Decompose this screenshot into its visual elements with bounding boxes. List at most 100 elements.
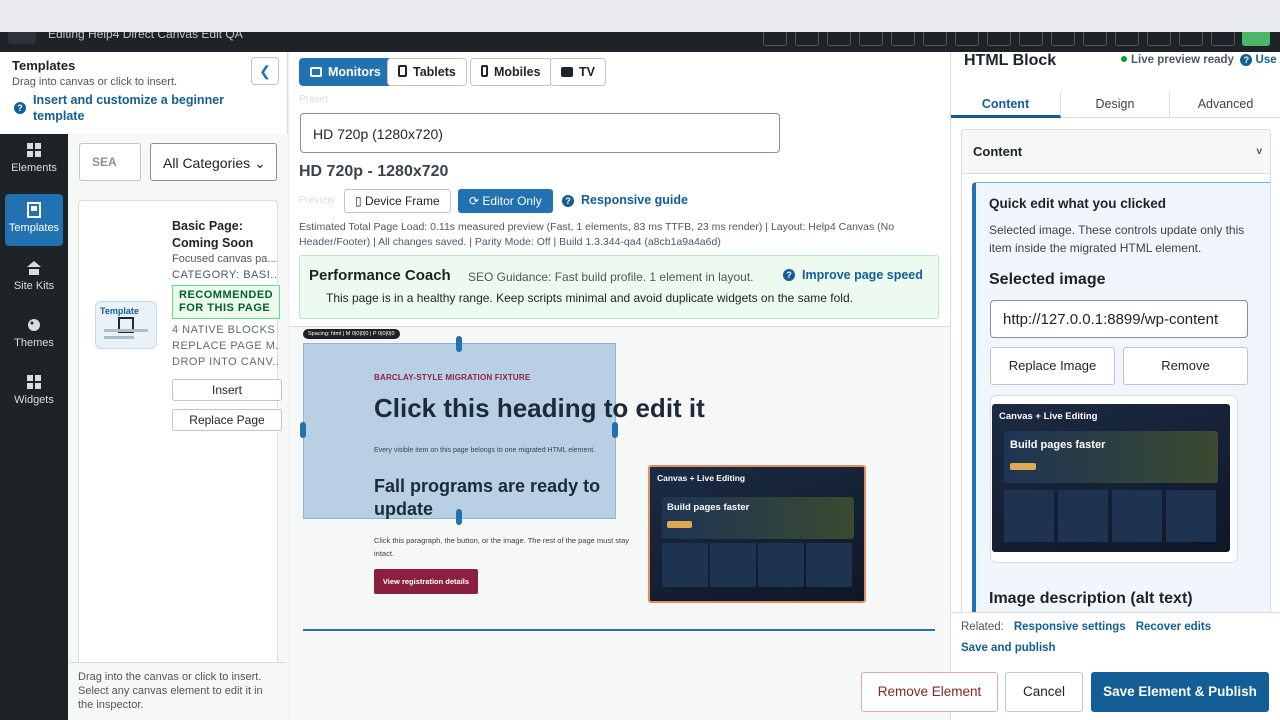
editor-only-button[interactable]: ⟳ Editor Only — [458, 189, 553, 213]
tab-design[interactable]: Design — [1061, 92, 1170, 118]
resize-handle-right[interactable] — [612, 422, 618, 438]
preview-tile — [1058, 490, 1108, 542]
device-mobiles-button[interactable]: Mobiles — [470, 58, 552, 86]
toolbar-button[interactable] — [1083, 32, 1107, 46]
toolbar-button[interactable] — [795, 32, 819, 46]
publish-indicator[interactable] — [1242, 32, 1270, 46]
toolbar-button[interactable] — [1019, 32, 1043, 46]
device-tablets-button[interactable]: Tablets — [387, 58, 467, 86]
related-label: Related: — [961, 621, 1004, 633]
preset-select[interactable]: HD 720p (1280x720) — [300, 113, 780, 153]
content-section: Content v Quick edit what you clicked Sel… — [961, 129, 1271, 669]
templates-subtitle: Drag into canvas or click to insert. — [12, 76, 178, 88]
toolbar-button[interactable] — [1115, 32, 1139, 46]
hero-build-text: Build pages faster — [667, 502, 750, 513]
preview-tile — [1004, 490, 1054, 542]
recover-edits-link[interactable]: Recover edits — [1136, 621, 1211, 633]
save-element-publish-button[interactable]: Save Element & Publish — [1091, 672, 1269, 712]
toolbar-button[interactable] — [1179, 32, 1203, 46]
template-card[interactable]: Template Basic Page: Coming Soon Focused… — [78, 200, 282, 720]
device-frame-button[interactable]: ▯ Device Frame — [344, 189, 451, 213]
device-label: Tablets — [413, 65, 456, 79]
rail-item-themes[interactable]: Themes — [5, 309, 63, 361]
template-search-input[interactable]: SEA — [79, 143, 141, 181]
resize-handle-left[interactable] — [300, 422, 306, 438]
device-monitors-button[interactable]: Monitors — [299, 58, 392, 86]
preview-tile — [1166, 490, 1216, 542]
insert-beginner-template-link[interactable]: Insert and customize a beginner template — [33, 92, 233, 124]
wordpress-logo-icon[interactable] — [8, 32, 36, 44]
canvas-hero-image[interactable]: Canvas + Live Editing Build pages faster — [648, 465, 866, 603]
remove-image-button[interactable]: Remove — [1123, 347, 1248, 385]
canvas-subheading[interactable]: Fall programs are ready to update — [374, 475, 624, 521]
device-label: Mobiles — [494, 65, 541, 79]
expand-icon: ⟳ — [469, 194, 480, 208]
templates-title: Templates — [12, 58, 76, 73]
canvas-lead[interactable]: Every visible item on this page belongs … — [374, 447, 595, 454]
recommended-badge: RECOMMENDED FOR THIS PAGE — [172, 285, 280, 319]
rail-item-site-kits[interactable]: Site Kits — [5, 252, 63, 304]
toolbar-button[interactable] — [859, 32, 883, 46]
remove-element-button[interactable]: Remove Element — [861, 672, 998, 712]
save-and-publish-link[interactable]: Save and publish — [961, 642, 1056, 654]
replace-image-button[interactable]: Replace Image — [990, 347, 1115, 385]
toolbar-button[interactable] — [1211, 32, 1235, 46]
preview-hero-panel: Build pages faster — [1004, 431, 1218, 483]
collapse-panel-button[interactable]: ❮ — [251, 57, 279, 85]
template-meta: 4 NATIVE BLOCKS — [172, 324, 276, 336]
hero-tile — [806, 543, 852, 587]
template-name: Basic Page: Coming Soon — [172, 219, 254, 250]
content-section-header[interactable]: Content v — [962, 130, 1270, 174]
template-meta: REPLACE PAGE M... — [172, 340, 280, 352]
toolbar-button[interactable] — [1147, 32, 1171, 46]
device-tv-button[interactable]: TV — [550, 58, 606, 86]
view-registration-button[interactable]: View registration details — [374, 569, 478, 594]
quick-edit-title: Quick edit what you clicked — [989, 196, 1167, 211]
hero-tile — [758, 543, 804, 587]
toolbar-button[interactable] — [987, 32, 1011, 46]
device-frame-label: Device Frame — [364, 194, 440, 208]
preset-label: Preset — [299, 94, 328, 105]
image-url-input[interactable]: http://127.0.0.1:8899/wp-content — [990, 300, 1248, 338]
tab-advanced[interactable]: Advanced — [1170, 92, 1280, 118]
help-icon: ? — [562, 195, 574, 207]
live-preview-label: Live preview ready — [1131, 54, 1234, 66]
canvas-paragraph[interactable]: Click this paragraph, the button, or the… — [374, 534, 632, 560]
icon-rail: Elements Templates Site Kits Themes Widg… — [0, 134, 68, 720]
toolbar-button[interactable] — [955, 32, 979, 46]
editor-center: Monitors Tablets Mobiles TV Preset HD 72… — [289, 52, 950, 720]
toolbar-button[interactable] — [827, 32, 851, 46]
responsive-guide-link[interactable]: Responsive guide — [581, 193, 688, 207]
admin-bar: Editing Help4 Direct Canvas Edit QA — [0, 32, 1280, 52]
insert-template-button[interactable]: Insert — [172, 379, 282, 401]
improve-page-speed-link[interactable]: Improve page speed — [802, 268, 923, 282]
canvas-heading[interactable]: Click this heading to edit it — [374, 393, 705, 424]
fixture-eyebrow[interactable]: BARCLAY-STYLE MIGRATION FIXTURE — [374, 373, 530, 382]
replace-page-button[interactable]: Replace Page — [172, 409, 282, 431]
responsive-settings-link[interactable]: Responsive settings — [1014, 621, 1126, 633]
cancel-button[interactable]: Cancel — [1005, 672, 1083, 712]
seo-guidance: SEO Guidance: Fast build profile. 1 elem… — [468, 270, 754, 284]
quick-edit-box: Quick edit what you clicked Selected ima… — [972, 182, 1270, 668]
toolbar-button[interactable] — [763, 32, 787, 46]
preview-build-text: Build pages faster — [1010, 439, 1106, 451]
hero-tile — [662, 543, 708, 587]
use-link[interactable]: Use — [1256, 54, 1277, 66]
category-select[interactable]: All Categories ⌄ — [150, 143, 277, 181]
thumbnail-line — [104, 329, 148, 332]
resize-handle-top[interactable] — [456, 336, 462, 352]
preview-pill — [1010, 463, 1036, 470]
toolbar-button[interactable] — [891, 32, 915, 46]
toolbar-button[interactable] — [923, 32, 947, 46]
template-thumbnail: Template — [95, 301, 157, 349]
rail-item-widgets[interactable]: Widgets — [5, 366, 63, 418]
toolbar-button[interactable] — [1051, 32, 1075, 46]
page-canvas[interactable]: Spacing: html | M 0|0|0|0 | P 0|0|0|0 BA… — [289, 326, 950, 720]
palette-icon — [28, 319, 40, 331]
rail-item-templates[interactable]: Templates — [5, 194, 63, 246]
rail-item-label: Elements — [11, 162, 57, 174]
thumbnail-line — [104, 336, 134, 339]
tab-content[interactable]: Content — [951, 92, 1061, 118]
rail-item-elements[interactable]: Elements — [5, 134, 63, 186]
hero-panel: Build pages faster — [662, 497, 854, 539]
